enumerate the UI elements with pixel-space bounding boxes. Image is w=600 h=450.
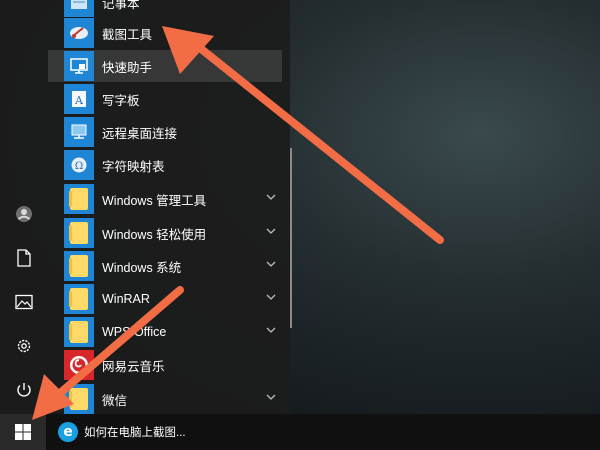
- start-menu: 记事本 截图工具 快速助手 A 写字板 远程桌面连接 Ω 字符映射表 Windo…: [0, 0, 290, 414]
- power-button[interactable]: [0, 368, 48, 412]
- character-map-icon: Ω: [64, 150, 94, 180]
- app-label: 字符映射表: [102, 159, 165, 174]
- documents-button[interactable]: [0, 236, 48, 280]
- settings-button[interactable]: [0, 324, 48, 368]
- app-item-remote-desktop[interactable]: 远程桌面连接: [48, 116, 282, 148]
- folder-icon: [64, 317, 94, 347]
- notepad-app-icon: [64, 0, 94, 17]
- app-label: Windows 管理工具: [102, 193, 207, 208]
- folder-icon: [64, 384, 94, 414]
- app-list-scrollbar[interactable]: [290, 148, 292, 328]
- svg-text:A: A: [74, 94, 84, 107]
- pictures-icon: [15, 294, 33, 310]
- app-label: 网易云音乐: [102, 359, 165, 374]
- taskbar-window-title: 如何在电脑上截图...: [84, 427, 186, 439]
- app-label: 微信: [102, 393, 128, 408]
- user-account-button[interactable]: [0, 192, 48, 236]
- document-icon: [17, 249, 31, 267]
- app-item-wordpad[interactable]: A 写字板: [48, 83, 282, 115]
- app-list: 记事本 截图工具 快速助手 A 写字板 远程桌面连接 Ω 字符映射表 Windo…: [48, 0, 290, 414]
- chevron-down-icon[interactable]: [266, 227, 276, 235]
- chevron-down-icon[interactable]: [266, 393, 276, 401]
- chevron-down-icon[interactable]: [266, 260, 276, 268]
- app-item-snipping-tool[interactable]: 截图工具: [48, 17, 282, 49]
- chevron-down-icon[interactable]: [266, 193, 276, 201]
- monitor-icon: [64, 51, 94, 81]
- browser-icon: e: [58, 422, 78, 442]
- app-label: 记事本: [102, 0, 140, 11]
- pictures-button[interactable]: [0, 280, 48, 324]
- taskbar-browser-window[interactable]: e 如何在电脑上截图...: [50, 417, 190, 447]
- app-item-windows-system[interactable]: Windows 系统: [48, 250, 282, 282]
- app-label: 远程桌面连接: [102, 126, 178, 141]
- settings-icon: [17, 339, 31, 353]
- folder-icon: [64, 284, 94, 314]
- app-item-quick-assist[interactable]: 快速助手: [48, 50, 282, 82]
- app-item-windows-admin-tools[interactable]: Windows 管理工具: [48, 183, 282, 215]
- app-label: WinRAR: [102, 292, 150, 306]
- folder-icon: [64, 251, 94, 281]
- power-icon: [17, 383, 31, 397]
- folder-icon: [64, 218, 94, 248]
- app-label: 截图工具: [102, 27, 153, 42]
- taskbar: e 如何在电脑上截图...: [0, 414, 600, 450]
- app-label: Windows 轻松使用: [102, 227, 207, 242]
- user-icon: [16, 206, 32, 222]
- remote-desktop-icon: [64, 117, 94, 147]
- app-label: Windows 系统: [102, 260, 182, 275]
- app-label: 写字板: [102, 93, 140, 108]
- app-item-character-map[interactable]: Ω 字符映射表: [48, 149, 282, 181]
- app-label: WPS Office: [102, 325, 167, 339]
- start-button[interactable]: [0, 414, 46, 450]
- netease-music-icon: [64, 350, 94, 380]
- svg-text:Ω: Ω: [75, 161, 83, 172]
- app-item-wps-office[interactable]: WPS Office: [48, 316, 282, 348]
- app-item-windows-ease-of-access[interactable]: Windows 轻松使用: [48, 217, 282, 249]
- app-item-notepad[interactable]: 记事本: [48, 0, 282, 18]
- windows-logo-icon: [15, 424, 31, 440]
- app-item-netease-music[interactable]: 网易云音乐: [48, 349, 282, 381]
- app-item-wechat[interactable]: 微信: [48, 383, 282, 415]
- scissors-icon: [64, 18, 94, 48]
- wordpad-icon: A: [64, 84, 94, 114]
- chevron-down-icon[interactable]: [266, 293, 276, 301]
- folder-icon: [64, 184, 94, 214]
- app-item-winrar[interactable]: WinRAR: [48, 283, 282, 315]
- app-label: 快速助手: [102, 60, 153, 75]
- start-left-rail: [0, 0, 48, 414]
- chevron-down-icon[interactable]: [266, 326, 276, 334]
